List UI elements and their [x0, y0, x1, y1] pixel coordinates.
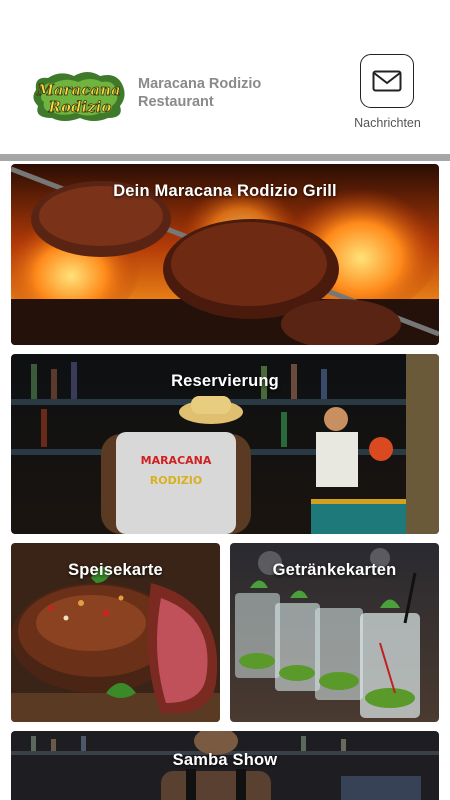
app-header: Maracana Rodizio Maracana Rodizio Restau…	[0, 0, 450, 154]
envelope-icon	[372, 70, 402, 92]
logo-text-line1: Maracana	[36, 81, 120, 99]
tile-grill[interactable]: Dein Maracana Rodizio Grill	[11, 164, 439, 345]
tile-reservierung[interactable]: MARACANA RODIZIO Reservierung	[11, 354, 439, 534]
header-divider	[0, 154, 450, 161]
restaurant-logo: Maracana Rodizio	[30, 68, 128, 124]
tile-speisekarte-title: Speisekarte	[68, 561, 163, 579]
messages-button[interactable]	[360, 54, 414, 108]
shirt-text-line2: RODIZIO	[150, 474, 202, 487]
tile-samba-show-title: Samba Show	[172, 751, 278, 769]
logo-text-line2: Rodizio	[48, 98, 112, 116]
messages-label[interactable]: Nachrichten	[340, 116, 435, 130]
restaurant-name: Maracana Rodizio Restaurant	[138, 76, 262, 110]
tile-reservierung-title: Reservierung	[171, 372, 279, 390]
shirt-text-line1: MARACANA	[141, 454, 212, 467]
tile-samba-show[interactable]: Samba Show	[11, 731, 439, 800]
tile-getraenkekarten-title: Getränkekarten	[272, 561, 397, 579]
tile-speisekarte[interactable]: Speisekarte	[11, 543, 220, 722]
tile-getraenkekarten[interactable]: Getränkekarten	[230, 543, 439, 722]
tile-grill-title: Dein Maracana Rodizio Grill	[113, 182, 337, 200]
